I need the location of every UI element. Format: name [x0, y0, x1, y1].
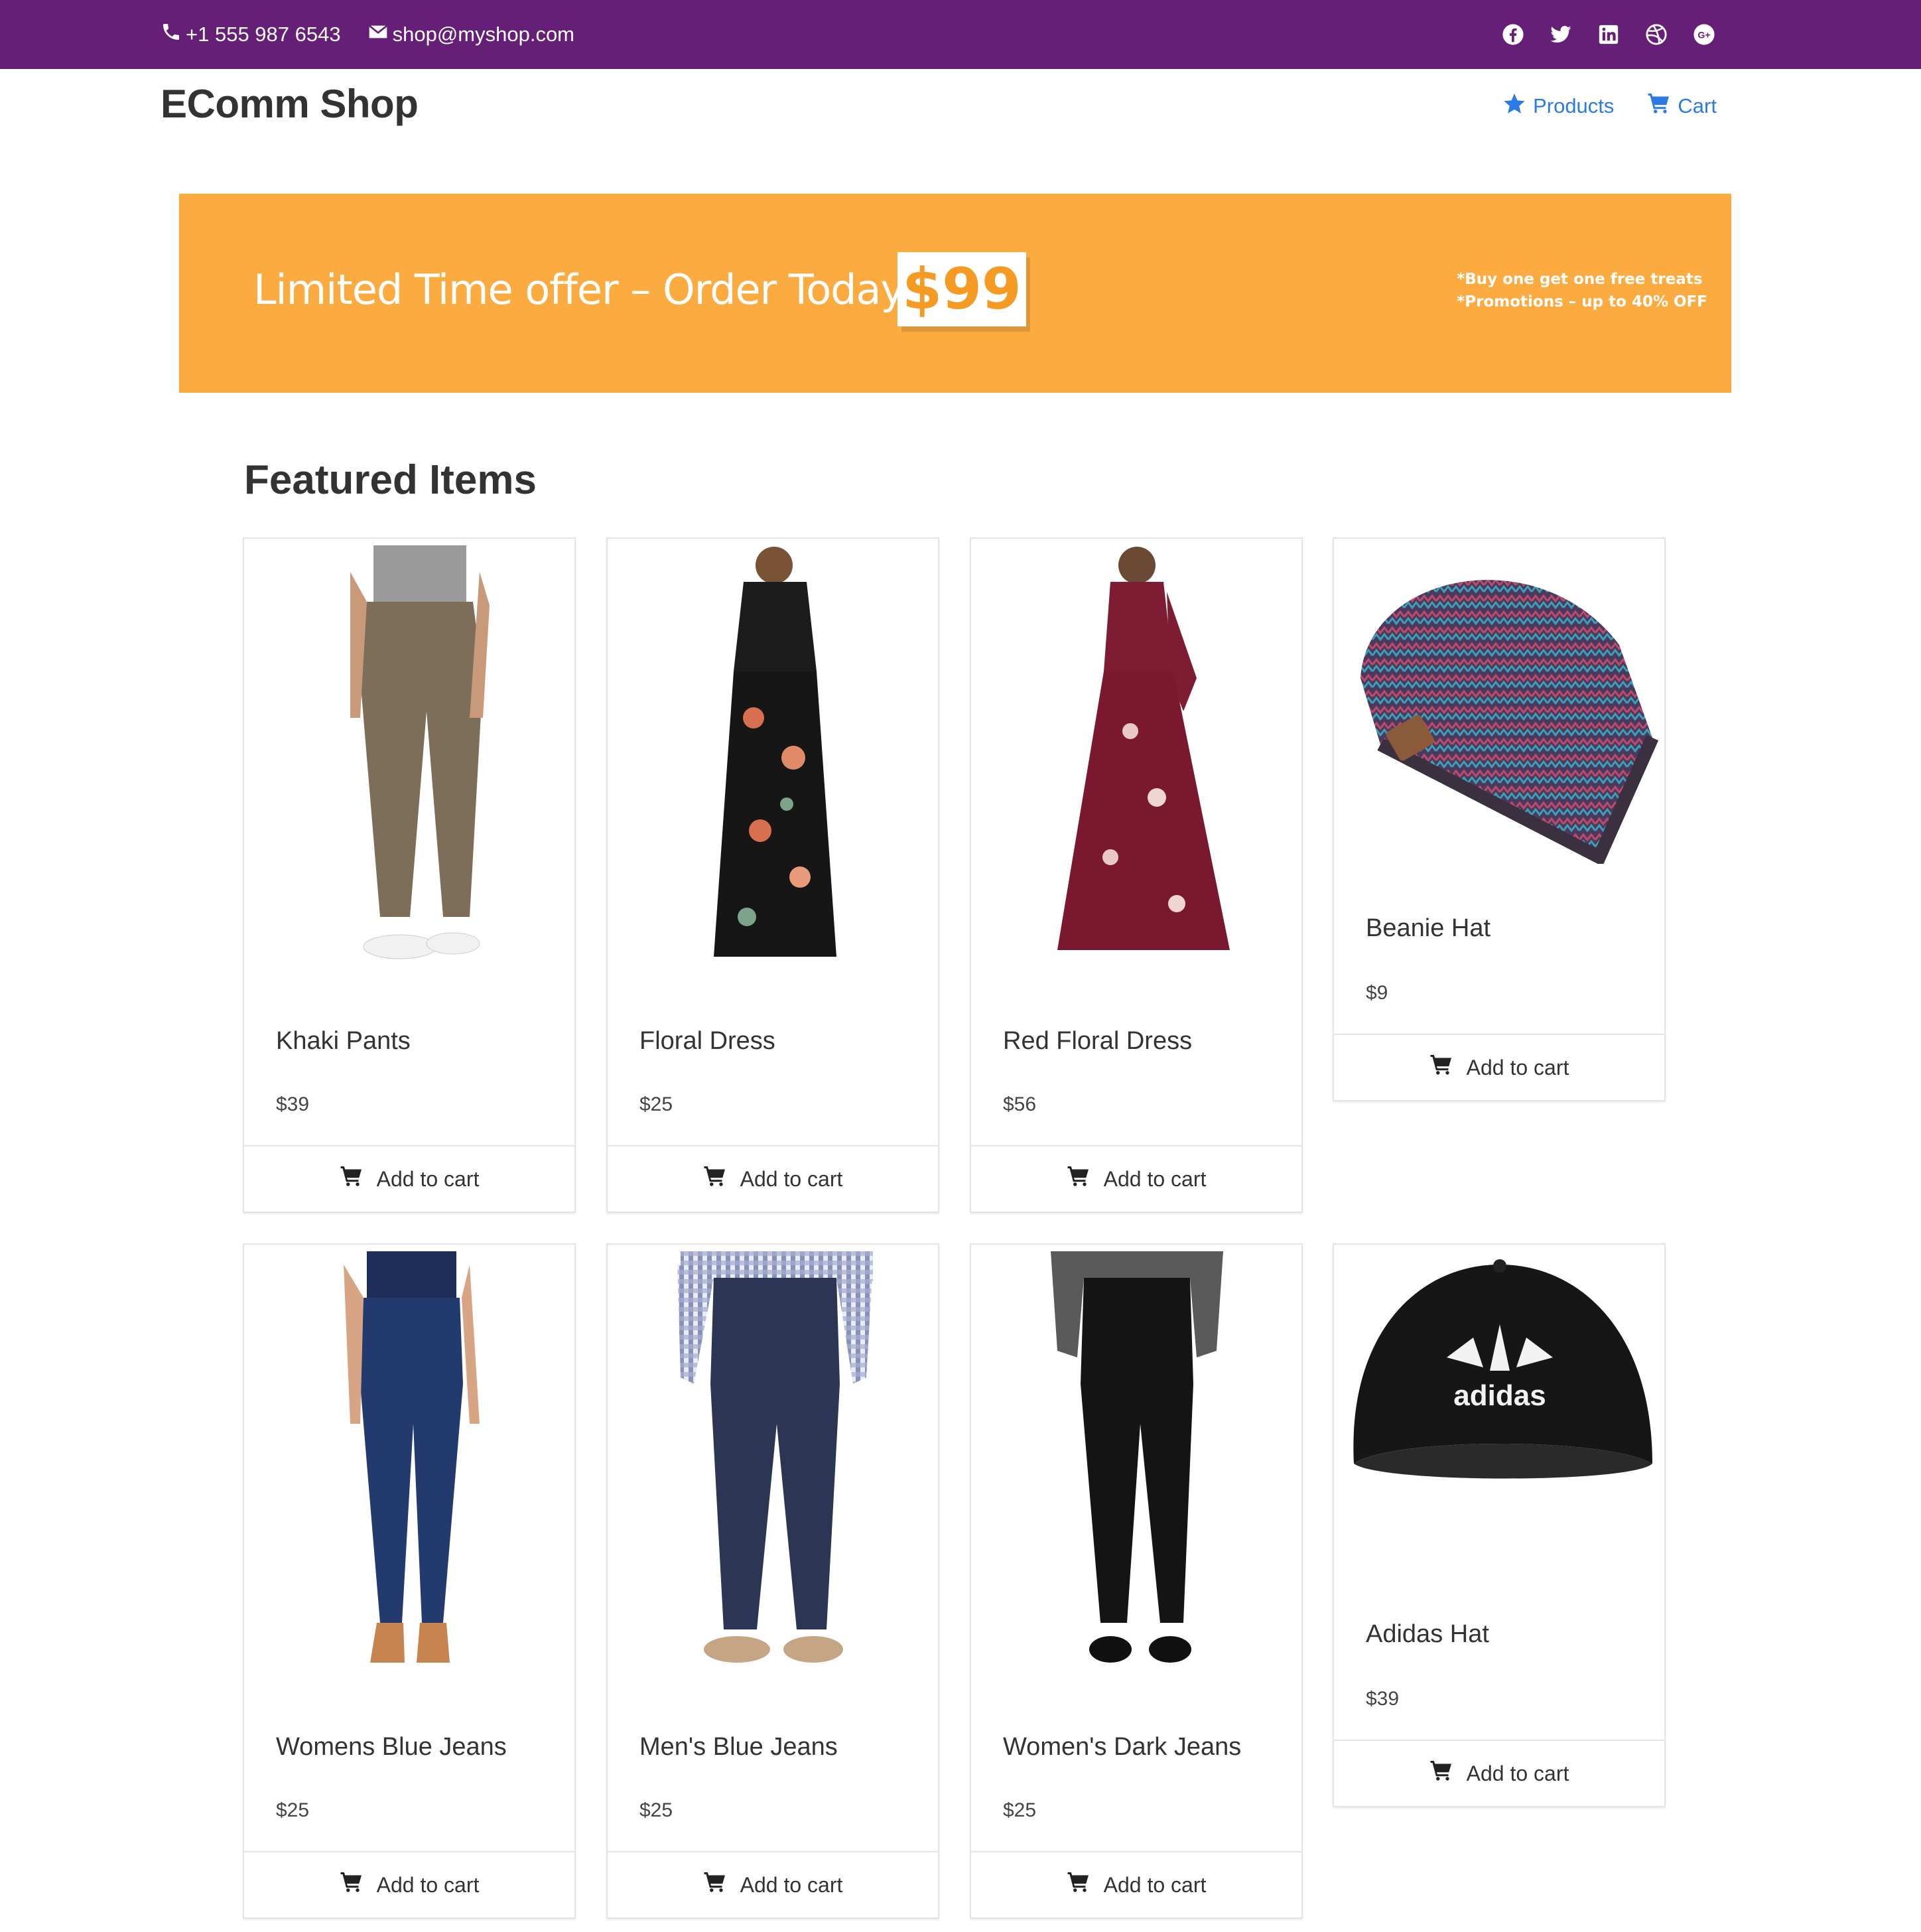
product-price: $25 [639, 1799, 673, 1821]
add-to-cart-button[interactable]: Add to cart [1334, 1034, 1664, 1100]
add-to-cart-label: Add to cart [376, 1166, 480, 1191]
product-price: $56 [1003, 1093, 1037, 1115]
linkedin-icon[interactable] [1597, 23, 1620, 46]
cart-icon [1429, 1053, 1453, 1082]
product-card: Red Floral Dress $56 Add to cart [970, 537, 1303, 1213]
product-card: adidas Adidas Hat $39 Add to cart [1333, 1243, 1666, 1807]
banner-price: $99 [902, 256, 1022, 322]
add-to-cart-label: Add to cart [1466, 1055, 1569, 1079]
product-price: $39 [276, 1093, 310, 1115]
add-to-cart-button[interactable]: Add to cart [244, 1145, 574, 1211]
product-image-floral-dress[interactable] [614, 545, 934, 970]
envelope-icon [367, 21, 389, 48]
star-icon [1502, 92, 1526, 121]
nav-cart[interactable]: Cart [1647, 92, 1717, 121]
product-price: $9 [1366, 982, 1388, 1004]
main-nav: Products Cart [1502, 92, 1717, 121]
cart-icon [1067, 1870, 1091, 1899]
nav-products[interactable]: Products [1502, 92, 1614, 121]
add-to-cart-button[interactable]: Add to cart [608, 1145, 938, 1211]
email-contact[interactable]: shop@myshop.com [367, 21, 574, 48]
cart-icon [1067, 1164, 1091, 1194]
product-price: $39 [1366, 1688, 1400, 1710]
brand-logo[interactable]: EComm Shop [161, 81, 419, 127]
cart-icon [340, 1164, 364, 1194]
product-name[interactable]: Adidas Hat [1366, 1620, 1489, 1649]
cart-icon [703, 1870, 727, 1899]
product-name[interactable]: Beanie Hat [1366, 914, 1490, 943]
svg-text:adidas: adidas [1453, 1379, 1546, 1412]
cart-icon [1647, 92, 1671, 121]
product-image-womens-dark-jeans[interactable] [978, 1251, 1297, 1676]
product-name[interactable]: Womens Blue Jeans [276, 1733, 507, 1761]
add-to-cart-button[interactable]: Add to cart [608, 1851, 938, 1917]
promo-line-2: *Promotions – up to 40% OFF [1457, 293, 1707, 310]
add-to-cart-label: Add to cart [376, 1872, 480, 1897]
add-to-cart-label: Add to cart [1103, 1166, 1207, 1191]
product-image-beanie-hat[interactable] [1341, 545, 1660, 866]
product-card: Khaki Pants $39 Add to cart [243, 537, 576, 1213]
banner-promo-notes: *Buy one get one free treats *Promotions… [1457, 268, 1707, 313]
product-price: $25 [1003, 1799, 1037, 1821]
product-card: Beanie Hat $9 Add to cart [1333, 537, 1666, 1101]
product-image-mens-blue-jeans[interactable] [614, 1251, 934, 1676]
phone-number: +1 555 987 6543 [186, 23, 341, 46]
product-name[interactable]: Women's Dark Jeans [1003, 1733, 1241, 1761]
product-image-adidas-hat[interactable]: adidas [1341, 1251, 1660, 1570]
banner-price-box: $99 [897, 252, 1026, 326]
cart-icon [340, 1870, 364, 1899]
product-card: Men's Blue Jeans $25 Add to cart [606, 1243, 939, 1919]
nav-products-label: Products [1533, 94, 1615, 117]
add-to-cart-label: Add to cart [740, 1872, 843, 1897]
nav-cart-label: Cart [1678, 94, 1717, 117]
product-card: Floral Dress $25 Add to cart [606, 537, 939, 1213]
featured-title: Featured Items [244, 457, 537, 503]
contact-info: +1 555 987 6543 shop@myshop.com [161, 0, 574, 69]
product-price: $25 [276, 1799, 310, 1821]
product-card: Women's Dark Jeans $25 Add to cart [970, 1243, 1303, 1919]
phone-contact[interactable]: +1 555 987 6543 [161, 21, 341, 48]
phone-icon [161, 21, 182, 48]
promo-banner[interactable]: Limited Time offer – Order Today For $99… [179, 194, 1731, 393]
product-price: $25 [639, 1093, 673, 1115]
email-address: shop@myshop.com [392, 23, 575, 46]
cart-icon [703, 1164, 727, 1194]
twitter-icon[interactable] [1550, 23, 1572, 46]
add-to-cart-button[interactable]: Add to cart [971, 1851, 1301, 1917]
add-to-cart-button[interactable]: Add to cart [1334, 1740, 1664, 1806]
add-to-cart-button[interactable]: Add to cart [244, 1851, 574, 1917]
add-to-cart-label: Add to cart [740, 1166, 843, 1191]
facebook-icon[interactable] [1502, 23, 1524, 46]
add-to-cart-button[interactable]: Add to cart [971, 1145, 1301, 1211]
add-to-cart-label: Add to cart [1103, 1872, 1207, 1897]
product-name[interactable]: Men's Blue Jeans [639, 1733, 838, 1761]
dribbble-icon[interactable] [1645, 23, 1668, 46]
product-card: Womens Blue Jeans $25 Add to cart [243, 1243, 576, 1919]
product-image-khaki-pants[interactable] [251, 545, 570, 970]
product-name[interactable]: Floral Dress [639, 1027, 775, 1056]
product-name[interactable]: Red Floral Dress [1003, 1027, 1192, 1056]
cart-icon [1429, 1759, 1453, 1788]
product-name[interactable]: Khaki Pants [276, 1027, 411, 1056]
promo-line-1: *Buy one get one free treats [1457, 271, 1703, 288]
top-bar: +1 555 987 6543 shop@myshop.com G+ [0, 0, 1921, 69]
google-plus-icon[interactable]: G+ [1693, 23, 1715, 46]
svg-text:G+: G+ [1697, 31, 1710, 41]
banner-headline: Limited Time offer – Order Today For [253, 265, 980, 314]
add-to-cart-label: Add to cart [1466, 1761, 1569, 1785]
social-links: G+ [1502, 0, 1715, 69]
product-image-red-floral-dress[interactable] [978, 545, 1297, 970]
product-image-womens-blue-jeans[interactable] [251, 1251, 570, 1676]
